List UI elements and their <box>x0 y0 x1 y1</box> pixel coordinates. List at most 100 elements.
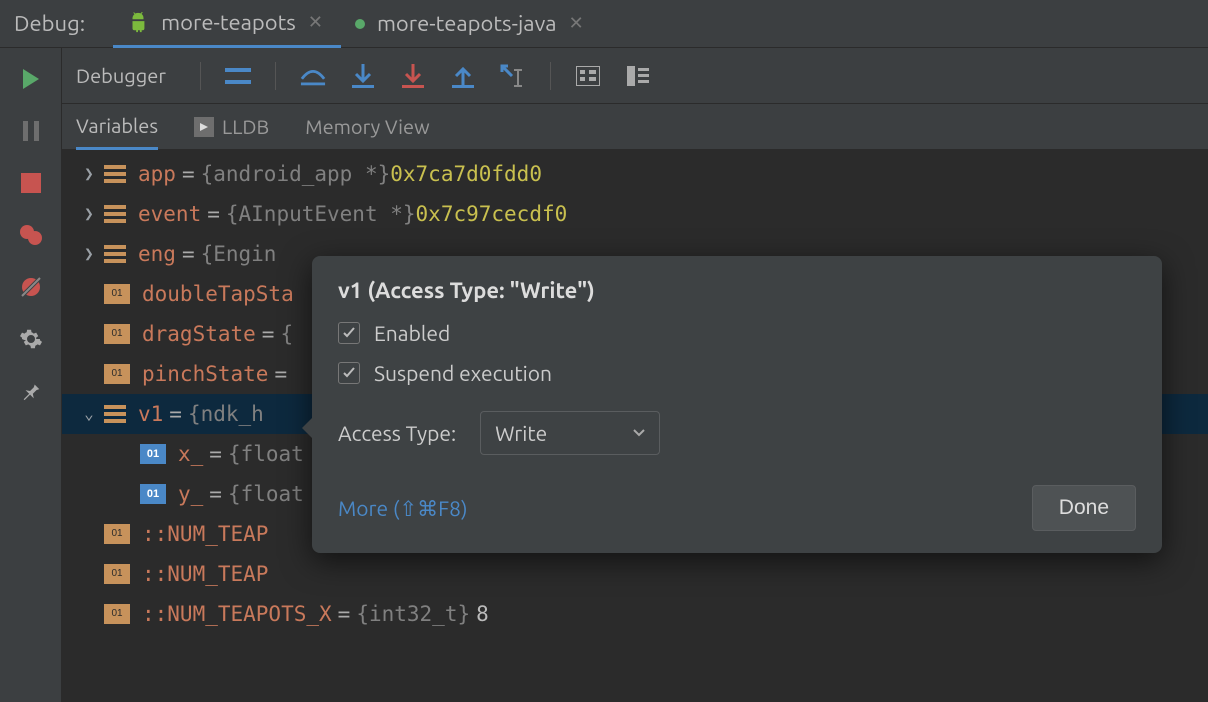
popup-title: v1 (Access Type: "Write") <box>338 278 1136 303</box>
checkbox-checked-icon[interactable] <box>338 322 360 344</box>
debug-session-tab-strip: Debug: more-teapots ✕ more-teapots-java … <box>0 0 1208 48</box>
struct-icon <box>104 204 126 224</box>
primitive-icon: 01 <box>104 364 130 384</box>
access-type-value: Write <box>495 421 547 445</box>
subtab-lldb-label: LLDB <box>222 115 269 138</box>
var-type: {android_app *} <box>201 154 391 194</box>
var-address: 0x7ca7d0fdd0 <box>390 154 542 194</box>
struct-icon <box>104 244 126 264</box>
subtab-memory-view[interactable]: Memory View <box>305 104 429 150</box>
debugger-toolbar: Debugger <box>62 48 1208 104</box>
tab-label: more-teapots <box>161 10 296 35</box>
watchpoint-popup: v1 (Access Type: "Write") Enabled Suspen… <box>312 256 1162 553</box>
settings-icon[interactable] <box>18 326 44 352</box>
equals: = <box>176 154 201 194</box>
var-address: 0x7c97cecdf0 <box>416 194 568 234</box>
variable-row[interactable]: 01::NUM_TEAP <box>62 554 1208 594</box>
separator <box>550 62 551 90</box>
suspend-checkbox-row[interactable]: Suspend execution <box>338 361 1136 385</box>
var-type: {Engin <box>201 234 277 274</box>
variable-row[interactable]: ❯ event={AInputEvent *} 0x7c97cecdf0 <box>62 194 1208 234</box>
close-icon[interactable]: ✕ <box>308 12 323 33</box>
variable-row[interactable]: ❯ app={android_app *} 0x7ca7d0fdd0 <box>62 154 1208 194</box>
subtab-variables[interactable]: Variables <box>76 104 158 150</box>
var-name: pinchState <box>142 354 268 394</box>
var-name: x_ <box>178 434 203 474</box>
variable-row[interactable]: 01::NUM_TEAPOTS_X={int32_t}8 <box>62 594 1208 634</box>
equals: = <box>201 194 226 234</box>
var-name: y_ <box>178 474 203 514</box>
popup-pointer <box>302 416 314 440</box>
subtab-lldb[interactable]: LLDB <box>194 104 269 150</box>
more-link[interactable]: More (⇧⌘F8) <box>338 496 468 521</box>
debugger-tab-label[interactable]: Debugger <box>76 64 166 87</box>
mute-breakpoints-icon[interactable] <box>18 274 44 300</box>
primitive-icon: 01 <box>104 604 130 624</box>
equals: = <box>163 394 188 434</box>
done-button[interactable]: Done <box>1032 485 1136 531</box>
debug-label: Debug: <box>14 11 85 36</box>
chevron-right-icon[interactable]: ❯ <box>80 234 98 274</box>
equals: = <box>256 314 281 354</box>
var-type: { <box>280 314 293 354</box>
equals: = <box>176 234 201 274</box>
var-name: ::NUM_TEAPOTS_X <box>142 594 332 634</box>
run-to-cursor-icon[interactable] <box>500 63 526 89</box>
var-type: {int32_t} <box>356 594 470 634</box>
evaluate-expression-icon[interactable] <box>575 63 601 89</box>
view-breakpoints-icon[interactable] <box>18 222 44 248</box>
var-name: ::NUM_TEAP <box>142 514 268 554</box>
struct-icon <box>104 164 126 184</box>
suspend-label: Suspend execution <box>374 361 552 385</box>
android-icon <box>127 11 149 33</box>
resume-icon[interactable] <box>18 66 44 92</box>
var-name: app <box>138 154 176 194</box>
debug-left-toolbar <box>0 48 62 702</box>
close-icon[interactable]: ✕ <box>569 13 584 34</box>
checkbox-checked-icon[interactable] <box>338 362 360 384</box>
primitive-icon: 01 <box>104 564 130 584</box>
chevron-down-icon[interactable]: ⌄ <box>80 394 98 434</box>
var-name: event <box>138 194 201 234</box>
equals: = <box>332 594 357 634</box>
var-type: {float <box>228 434 304 474</box>
var-value: 8 <box>470 594 489 634</box>
equals: = <box>203 474 228 514</box>
run-dot-icon <box>355 19 365 29</box>
pause-icon[interactable] <box>18 118 44 144</box>
access-type-select[interactable]: Write <box>480 411 660 455</box>
separator <box>275 62 276 90</box>
primitive-icon: 01 <box>104 284 130 304</box>
debug-tab-more-teapots[interactable]: more-teapots ✕ <box>113 0 341 48</box>
var-type: {float <box>228 474 304 514</box>
step-into-icon[interactable] <box>350 63 376 89</box>
force-step-into-icon[interactable] <box>400 63 426 89</box>
equals: = <box>203 434 228 474</box>
primitive-icon: 01 <box>104 324 130 344</box>
enabled-label: Enabled <box>374 321 450 345</box>
trace-current-stream-chain-icon[interactable] <box>625 63 651 89</box>
field-icon: 01 <box>140 444 166 464</box>
chevron-right-icon[interactable]: ❯ <box>80 194 98 234</box>
stop-icon[interactable] <box>18 170 44 196</box>
field-icon: 01 <box>140 484 166 504</box>
chevron-right-icon[interactable]: ❯ <box>80 154 98 194</box>
var-type: {ndk_h <box>188 394 264 434</box>
tab-label: more-teapots-java <box>377 11 557 36</box>
console-play-icon <box>194 117 214 137</box>
debugger-subtabs: Variables LLDB Memory View <box>62 104 1208 150</box>
var-name: eng <box>138 234 176 274</box>
chevron-down-icon <box>633 429 645 437</box>
struct-icon <box>104 404 126 424</box>
step-out-icon[interactable] <box>450 63 476 89</box>
enabled-checkbox-row[interactable]: Enabled <box>338 321 1136 345</box>
equals: = <box>268 354 293 394</box>
step-over-icon[interactable] <box>300 63 326 89</box>
var-name: doubleTapSta <box>142 274 294 314</box>
pin-icon[interactable] <box>18 378 44 404</box>
var-type: {AInputEvent *} <box>226 194 416 234</box>
show-execution-point-icon[interactable] <box>225 63 251 89</box>
debug-tab-more-teapots-java[interactable]: more-teapots-java ✕ <box>341 0 602 48</box>
access-type-label: Access Type: <box>338 421 456 445</box>
primitive-icon: 01 <box>104 524 130 544</box>
